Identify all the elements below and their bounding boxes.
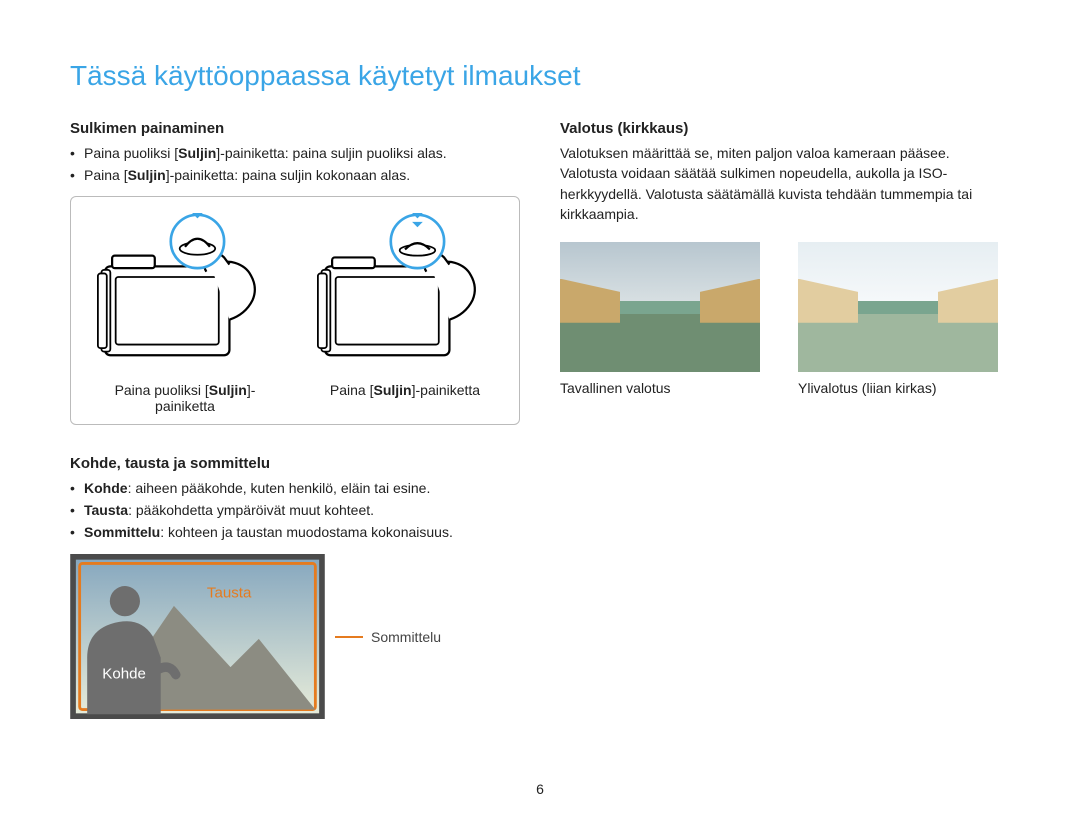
shutter-heading: Sulkimen painaminen <box>70 120 520 137</box>
shutter-half-press-illustration: Paina puoliksi [Suljin]-painiketta <box>85 213 285 414</box>
text-bold: Suljin <box>178 145 216 161</box>
exposure-paragraph: Valotuksen määrittää se, miten paljon va… <box>560 143 1010 224</box>
text: : kohteen ja taustan muodostama kokonais… <box>160 524 453 540</box>
composition-item-composition: Sommittelu: kohteen ja taustan muodostam… <box>70 522 520 542</box>
composition-item-subject: Kohde: aiheen pääkohde, kuten henkilö, e… <box>70 478 520 498</box>
exposure-heading: Valotus (kirkkaus) <box>560 120 1010 137</box>
text: ]-painiketta: paina suljin puoliksi alas… <box>216 145 446 161</box>
text-bold: Sommittelu <box>84 524 160 540</box>
text-bold: Suljin <box>373 382 411 398</box>
text: Paina [ <box>330 382 374 398</box>
composition-heading: Kohde, tausta ja sommittelu <box>70 455 520 472</box>
text-bold: Tausta <box>84 502 128 518</box>
text-bold: Kohde <box>84 480 128 496</box>
text-bold: Suljin <box>209 382 247 398</box>
shutter-item-full: Paina [Suljin]-painiketta: paina suljin … <box>70 165 520 185</box>
text: Paina puoliksi [ <box>115 382 209 398</box>
shutter-full-press-illustration: Paina [Suljin]-painiketta <box>305 213 505 414</box>
exposure-normal-caption: Tavallinen valotus <box>560 380 772 396</box>
camera-half-press-icon <box>95 213 275 373</box>
text: Paina [ <box>84 167 128 183</box>
text: ]-painiketta: paina suljin kokonaan alas… <box>166 167 410 183</box>
exposure-photo-row: Tavallinen valotus Ylivalotus (liian kir… <box>560 242 1010 396</box>
composition-bullet-list: Kohde: aiheen pääkohde, kuten henkilö, e… <box>70 478 520 543</box>
exposure-over-caption: Ylivalotus (liian kirkas) <box>798 380 1010 396</box>
page-title: Tässä käyttöoppaassa käytetyt ilmaukset <box>70 60 1010 92</box>
text-bold: Suljin <box>128 167 166 183</box>
camera-full-press-icon <box>315 213 495 373</box>
shutter-illustration-frame: Paina puoliksi [Suljin]-painiketta <box>70 196 520 425</box>
exposure-normal-block: Tavallinen valotus <box>560 242 772 396</box>
shutter-item-half: Paina puoliksi [Suljin]-painiketta: pain… <box>70 143 520 163</box>
text: : pääkohdetta ympäröivät muut kohteet. <box>128 502 374 518</box>
composition-illustration-row: Tausta Kohde Sommittelu <box>70 554 520 719</box>
shutter-bullet-list: Paina puoliksi [Suljin]-painiketta: pain… <box>70 143 520 186</box>
exposure-normal-photo <box>560 242 760 372</box>
composition-item-background: Tausta: pääkohdetta ympäröivät muut koht… <box>70 500 520 520</box>
text: : aiheen pääkohde, kuten henkilö, eläin … <box>128 480 431 496</box>
composition-illustration: Tausta Kohde <box>70 554 325 719</box>
text: ]-painiketta <box>412 382 480 398</box>
label-kohde: Kohde <box>102 666 146 683</box>
leader-line <box>335 636 363 638</box>
exposure-over-photo <box>798 242 998 372</box>
column-left: Sulkimen painaminen Paina puoliksi [Sulj… <box>70 120 520 719</box>
exposure-over-block: Ylivalotus (liian kirkas) <box>798 242 1010 396</box>
column-right: Valotus (kirkkaus) Valotuksen määrittää … <box>560 120 1010 719</box>
shutter-half-caption: Paina puoliksi [Suljin]-painiketta <box>85 382 285 414</box>
label-sommittelu: Sommittelu <box>371 629 441 645</box>
label-tausta: Tausta <box>207 585 252 602</box>
content-columns: Sulkimen painaminen Paina puoliksi [Sulj… <box>70 120 1010 719</box>
composition-leader: Sommittelu <box>335 629 441 645</box>
page-number: 6 <box>536 781 544 797</box>
text: Paina puoliksi [ <box>84 145 178 161</box>
shutter-full-caption: Paina [Suljin]-painiketta <box>305 382 505 398</box>
